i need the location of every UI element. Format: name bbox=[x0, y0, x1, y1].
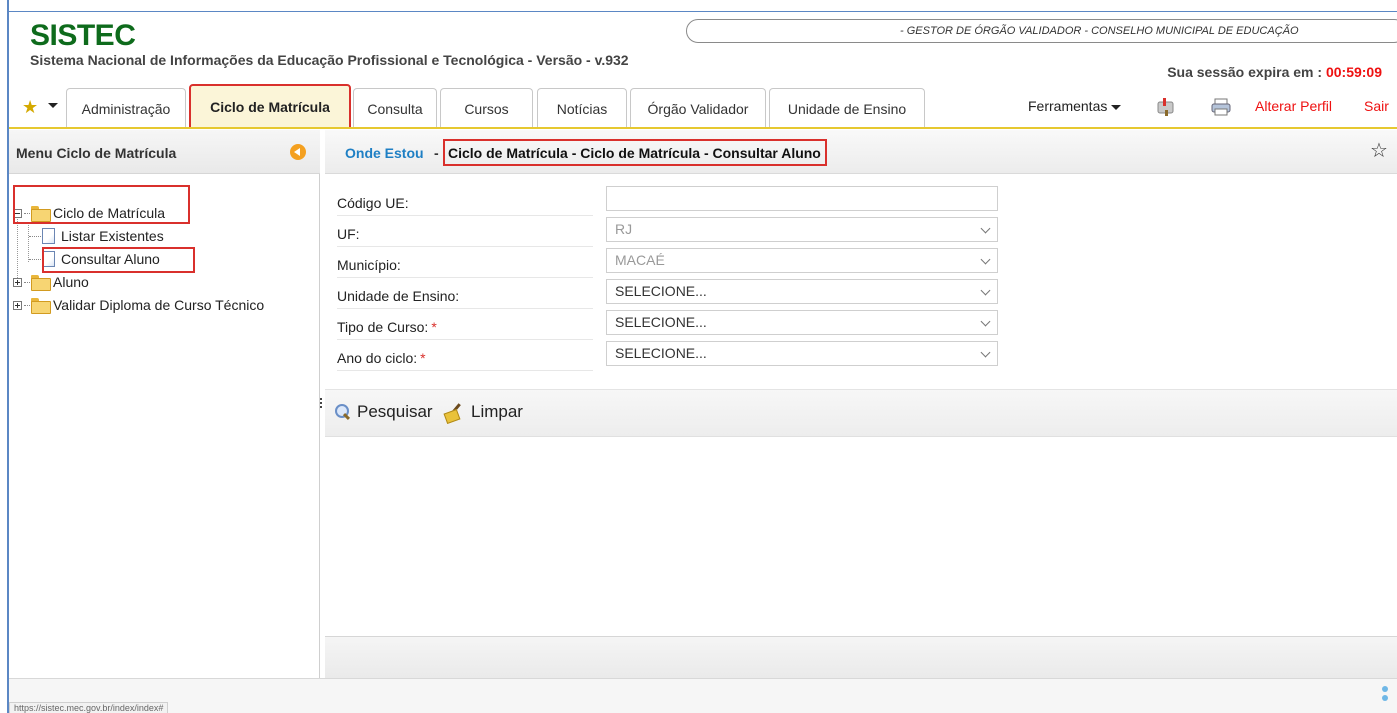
sidebar-header: Menu Ciclo de Matrícula bbox=[9, 130, 320, 174]
mailbox-icon[interactable] bbox=[1155, 96, 1177, 116]
page-footer: https://sistec.mec.gov.br/index/index# bbox=[9, 678, 1397, 713]
breadcrumb-path: Ciclo de Matrícula - Ciclo de Matrícula … bbox=[443, 139, 827, 166]
tree-label: Validar Diploma de Curso Técnico bbox=[53, 297, 265, 313]
chevron-down-icon bbox=[980, 223, 991, 234]
tipo-de-curso-select[interactable]: SELECIONE... bbox=[606, 310, 998, 335]
broom-icon bbox=[445, 403, 465, 421]
limpar-label: Limpar bbox=[471, 402, 523, 421]
select-value: MACAÉ bbox=[615, 252, 665, 268]
tab-administracao[interactable]: Administração bbox=[66, 88, 186, 128]
chevron-down-icon bbox=[980, 347, 991, 358]
form-row-codigo-ue: Código UE: bbox=[337, 186, 1377, 216]
tab-underline bbox=[9, 127, 1397, 129]
brand-logo: SISTEC bbox=[30, 19, 136, 52]
form-row-uf: UF: RJ bbox=[337, 217, 1377, 247]
user-profile-label: - GESTOR DE ÓRGÃO VALIDADOR - CONSELHO M… bbox=[900, 25, 1299, 37]
sidebar-title: Menu Ciclo de Matrícula bbox=[16, 145, 177, 161]
tab-ciclo-de-matricula[interactable]: Ciclo de Matrícula bbox=[189, 84, 351, 129]
breadcrumb-label: Onde Estou bbox=[345, 145, 424, 161]
alterar-perfil-link[interactable]: Alterar Perfil bbox=[1255, 98, 1332, 114]
field-label: UF: bbox=[337, 217, 593, 247]
search-icon bbox=[335, 404, 351, 420]
highlight-box bbox=[42, 247, 195, 273]
sidebar: Menu Ciclo de Matrícula Ciclo de Matrícu… bbox=[9, 130, 320, 678]
codigo-ue-input[interactable] bbox=[606, 186, 998, 211]
expand-node-icon[interactable] bbox=[13, 300, 22, 310]
pesquisar-label: Pesquisar bbox=[357, 402, 433, 421]
tools-label: Ferramentas bbox=[1028, 98, 1108, 114]
form-row-ano-do-ciclo: Ano do ciclo: * SELECIONE... bbox=[337, 341, 1377, 371]
tools-menu[interactable]: Ferramentas bbox=[1028, 98, 1122, 114]
field-label: Município: bbox=[337, 248, 593, 278]
pesquisar-button[interactable]: Pesquisar bbox=[335, 402, 433, 422]
select-value: SELECIONE... bbox=[615, 283, 707, 299]
favorites-star-icon[interactable]: ★ bbox=[22, 97, 38, 118]
tab-noticias[interactable]: Notícias bbox=[537, 88, 627, 128]
session-timer: Sua sessão expira em : 00:59:09 bbox=[1167, 64, 1382, 80]
tree-dots bbox=[24, 281, 30, 283]
select-value: RJ bbox=[615, 221, 633, 237]
favorites-caret-icon[interactable] bbox=[48, 103, 58, 108]
sair-link[interactable]: Sair bbox=[1364, 98, 1389, 114]
field-label: Código UE: bbox=[337, 186, 593, 216]
select-value: SELECIONE... bbox=[615, 345, 707, 361]
page-icon bbox=[42, 228, 55, 244]
field-label: Tipo de Curso: * bbox=[337, 310, 593, 340]
expand-node-icon[interactable] bbox=[13, 277, 22, 287]
tree-node-aluno[interactable]: Aluno bbox=[13, 272, 89, 292]
tree-node-validar-diploma[interactable]: Validar Diploma de Curso Técnico bbox=[13, 295, 264, 315]
ano-do-ciclo-select[interactable]: SELECIONE... bbox=[606, 341, 998, 366]
sistec-window: SISTEC Sistema Nacional de Informações d… bbox=[0, 0, 1397, 713]
action-bar: Pesquisar Limpar bbox=[325, 389, 1397, 437]
uf-select[interactable]: RJ bbox=[606, 217, 998, 242]
form-row-municipio: Município: MACAÉ bbox=[337, 248, 1377, 278]
required-mark: * bbox=[431, 319, 437, 335]
session-label: Sua sessão expira em : bbox=[1167, 64, 1323, 80]
breadcrumb-separator: - bbox=[434, 145, 439, 161]
folder-icon bbox=[31, 298, 51, 314]
field-label: Unidade de Ensino: bbox=[337, 279, 593, 309]
results-footer bbox=[325, 636, 1397, 678]
tree-dots bbox=[29, 235, 41, 237]
chevron-down-icon bbox=[980, 316, 991, 327]
favorite-star-icon[interactable]: ☆ bbox=[1370, 138, 1388, 163]
window-border-top bbox=[7, 11, 1397, 12]
status-bar-url: https://sistec.mec.gov.br/index/index# bbox=[9, 702, 169, 713]
scroll-indicator-icon[interactable] bbox=[1382, 686, 1388, 704]
tab-cursos[interactable]: Cursos bbox=[440, 88, 533, 128]
chevron-down-icon bbox=[980, 254, 991, 265]
system-subtitle: Sistema Nacional de Informações da Educa… bbox=[30, 52, 629, 68]
panel-splitter[interactable] bbox=[320, 398, 323, 410]
tree-dots bbox=[24, 304, 30, 306]
tab-orgao-validador[interactable]: Órgão Validador bbox=[630, 88, 766, 128]
form-row-tipo-de-curso: Tipo de Curso: * SELECIONE... bbox=[337, 310, 1377, 340]
tab-consulta[interactable]: Consulta bbox=[353, 88, 437, 128]
collapse-sidebar-icon[interactable] bbox=[290, 144, 306, 160]
municipio-select[interactable]: MACAÉ bbox=[606, 248, 998, 273]
session-time: 00:59:09 bbox=[1325, 64, 1382, 80]
required-mark: * bbox=[420, 350, 426, 366]
limpar-button[interactable]: Limpar bbox=[445, 402, 523, 422]
tab-unidade-de-ensino[interactable]: Unidade de Ensino bbox=[769, 88, 925, 128]
highlight-box bbox=[13, 185, 190, 224]
main-content: Onde Estou - Ciclo de Matrícula - Ciclo … bbox=[325, 130, 1397, 678]
tools-caret-icon bbox=[1111, 104, 1122, 110]
field-label: Ano do ciclo: * bbox=[337, 341, 593, 371]
breadcrumb: Onde Estou - Ciclo de Matrícula - Ciclo … bbox=[325, 130, 1397, 174]
form-row-unidade-de-ensino: Unidade de Ensino: SELECIONE... bbox=[337, 279, 1377, 309]
folder-icon bbox=[31, 275, 51, 291]
tree-label: Listar Existentes bbox=[61, 228, 164, 244]
chevron-down-icon bbox=[980, 285, 991, 296]
tree-node-listar-existentes[interactable]: Listar Existentes bbox=[29, 226, 164, 246]
tree-dots bbox=[29, 258, 41, 260]
unidade-de-ensino-select[interactable]: SELECIONE... bbox=[606, 279, 998, 304]
print-icon[interactable] bbox=[1211, 98, 1231, 116]
select-value: SELECIONE... bbox=[615, 314, 707, 330]
tree-label: Aluno bbox=[53, 274, 89, 290]
